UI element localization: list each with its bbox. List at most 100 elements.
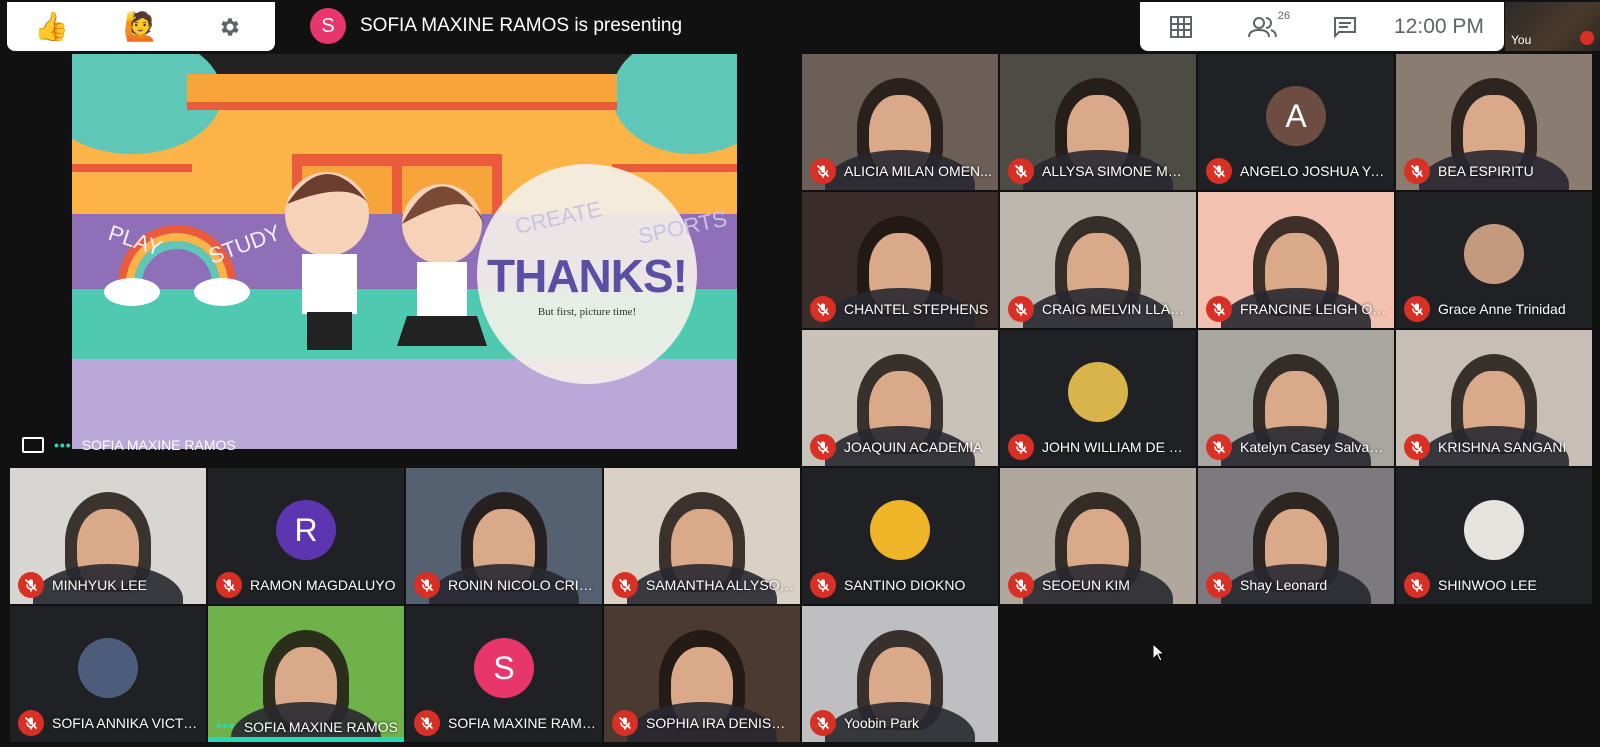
participant-name: RONIN NICOLO CRISO... (448, 577, 596, 593)
mouse-cursor (1152, 642, 1166, 667)
participant-name-row: BEA ESPIRITU (1404, 158, 1586, 184)
speaking-dots-icon: ••• (54, 437, 72, 453)
participant-name: MINHYUK LEE (52, 577, 147, 593)
participant-tile[interactable]: JOHN WILLIAM DE C... (1000, 330, 1196, 466)
mic-muted-icon (612, 710, 638, 736)
participant-avatar (1068, 362, 1128, 422)
mic-muted-icon (1404, 434, 1430, 460)
presentation-slide[interactable]: CREATE SPORTS PLAY STUDY THANKS! But fir… (72, 54, 737, 449)
people-button[interactable]: 26 (1222, 2, 1304, 51)
participant-name: FRANCINE LEIGH OLF... (1240, 301, 1388, 317)
mic-muted-icon (810, 434, 836, 460)
mic-muted-icon (1206, 296, 1232, 322)
thumbs-up-button[interactable]: 👍 (7, 2, 96, 51)
raise-hand-button[interactable]: 🙋 (96, 2, 185, 51)
participant-name: SEOEUN KIM (1042, 577, 1130, 593)
participant-tile[interactable]: ALLYSA SIMONE MAR... (1000, 54, 1196, 190)
toolbar-left: 👍 🙋 (7, 2, 275, 51)
chat-button[interactable] (1304, 2, 1386, 51)
raise-hand-icon: 🙋 (123, 11, 158, 42)
participant-name-row: CHANTEL STEPHENS (810, 296, 992, 322)
mic-muted-icon (18, 572, 44, 598)
participant-tile[interactable]: R RAMON MAGDALUYO (208, 468, 404, 604)
participant-name: SANTINO DIOKNO (844, 577, 966, 593)
mic-muted-icon (1008, 296, 1034, 322)
participant-name: RAMON MAGDALUYO (250, 577, 396, 593)
participant-tile[interactable]: S SOFIA MAXINE RAMOS (406, 606, 602, 742)
participant-name-row: Grace Anne Trinidad (1404, 296, 1586, 322)
participant-name: SHINWOO LEE (1438, 577, 1537, 593)
participant-tile[interactable]: ••• SOFIA MAXINE RAMOS (208, 606, 404, 742)
participant-name: CHANTEL STEPHENS (844, 301, 989, 317)
mic-muted-icon (414, 710, 440, 736)
participant-name-row: SANTINO DIOKNO (810, 572, 992, 598)
participant-name-row: JOAQUIN ACADEMIA (810, 434, 992, 460)
participant-name: SOFIA MAXINE RAMOS (448, 715, 596, 731)
participant-name: Katelyn Casey Salvad... (1240, 439, 1388, 455)
participant-name: ALLYSA SIMONE MAR... (1042, 163, 1190, 179)
presenting-banner: S SOFIA MAXINE RAMOS is presenting (310, 8, 682, 44)
participant-name-row: SEOEUN KIM (1008, 572, 1190, 598)
gear-icon (220, 17, 239, 36)
active-speaker-bar (208, 737, 404, 742)
participant-name-row: KRISHNA SANGANI (1404, 434, 1586, 460)
participant-tile[interactable]: BEA ESPIRITU (1396, 54, 1592, 190)
participant-tile[interactable]: SAMANTHA ALLYSON... (604, 468, 800, 604)
participant-name-row: MINHYUK LEE (18, 572, 200, 598)
slide-title: THANKS! (487, 250, 688, 302)
participant-name-row: Katelyn Casey Salvad... (1206, 434, 1388, 460)
participant-name: SOFIA ANNIKA VICTO... (52, 715, 200, 731)
participant-tile[interactable]: Shay Leonard (1198, 468, 1394, 604)
layout-button[interactable] (1140, 2, 1222, 51)
mic-muted-icon (18, 710, 44, 736)
participant-tile[interactable]: SANTINO DIOKNO (802, 468, 998, 604)
participant-tile[interactable]: A ANGELO JOSHUA YAP (1198, 54, 1394, 190)
presenter-label: ••• SOFIA MAXINE RAMOS (22, 437, 236, 453)
participant-tile[interactable]: JOAQUIN ACADEMIA (802, 330, 998, 466)
mic-muted-icon (1008, 158, 1034, 184)
participant-tile[interactable]: KRISHNA SANGANI (1396, 330, 1592, 466)
participant-name-row: Shay Leonard (1206, 572, 1388, 598)
mic-muted-icon (1206, 158, 1232, 184)
participant-tile[interactable]: MINHYUK LEE (10, 468, 206, 604)
participant-name-row: SOPHIA IRA DENISE R... (612, 710, 794, 736)
mic-muted-icon (1404, 296, 1430, 322)
presenter-name: SOFIA MAXINE RAMOS (81, 437, 236, 453)
participant-tile[interactable]: CHANTEL STEPHENS (802, 192, 998, 328)
participant-tile[interactable]: SEOEUN KIM (1000, 468, 1196, 604)
participant-tile[interactable]: SHINWOO LEE (1396, 468, 1592, 604)
participant-name: SAMANTHA ALLYSON... (646, 577, 794, 593)
participant-tile[interactable]: RONIN NICOLO CRISO... (406, 468, 602, 604)
participant-name: Shay Leonard (1240, 577, 1328, 593)
participant-tile[interactable]: Grace Anne Trinidad (1396, 192, 1592, 328)
participant-tile[interactable]: Katelyn Casey Salvad... (1198, 330, 1394, 466)
mic-muted-icon (612, 572, 638, 598)
present-screen-icon (22, 437, 44, 453)
participant-avatar: R (276, 500, 336, 560)
participant-tile[interactable]: ALICIA MILAN OMEN... (802, 54, 998, 190)
participant-tile[interactable]: FRANCINE LEIGH OLF... (1198, 192, 1394, 328)
participant-name: Grace Anne Trinidad (1438, 301, 1566, 317)
participant-avatar (1464, 224, 1524, 284)
participant-tile[interactable]: SOFIA ANNIKA VICTO... (10, 606, 206, 742)
settings-button[interactable] (185, 2, 274, 51)
self-view[interactable]: You (1505, 2, 1600, 51)
mic-muted-icon (216, 572, 242, 598)
participant-avatar (78, 638, 138, 698)
mic-muted-icon (1008, 572, 1034, 598)
participant-name-row: FRANCINE LEIGH OLF... (1206, 296, 1388, 322)
participant-avatar (1464, 500, 1524, 560)
toolbar-right: 26 12:00 PM (1140, 2, 1504, 51)
participant-name-row: SAMANTHA ALLYSON... (612, 572, 794, 598)
participant-name-row: SHINWOO LEE (1404, 572, 1586, 598)
participant-name: ALICIA MILAN OMEN... (844, 163, 992, 179)
mic-muted-icon (810, 296, 836, 322)
participant-name: KRISHNA SANGANI (1438, 439, 1567, 455)
presenting-text: SOFIA MAXINE RAMOS is presenting (360, 15, 683, 36)
participant-name-row: RAMON MAGDALUYO (216, 572, 398, 598)
participant-name-row: SOFIA ANNIKA VICTO... (18, 710, 200, 736)
participant-tile[interactable]: CRAIG MELVIN LLADO (1000, 192, 1196, 328)
participant-tile[interactable]: Yoobin Park (802, 606, 998, 742)
participant-tile[interactable]: SOPHIA IRA DENISE R... (604, 606, 800, 742)
participant-name: SOFIA MAXINE RAMOS (243, 719, 398, 735)
